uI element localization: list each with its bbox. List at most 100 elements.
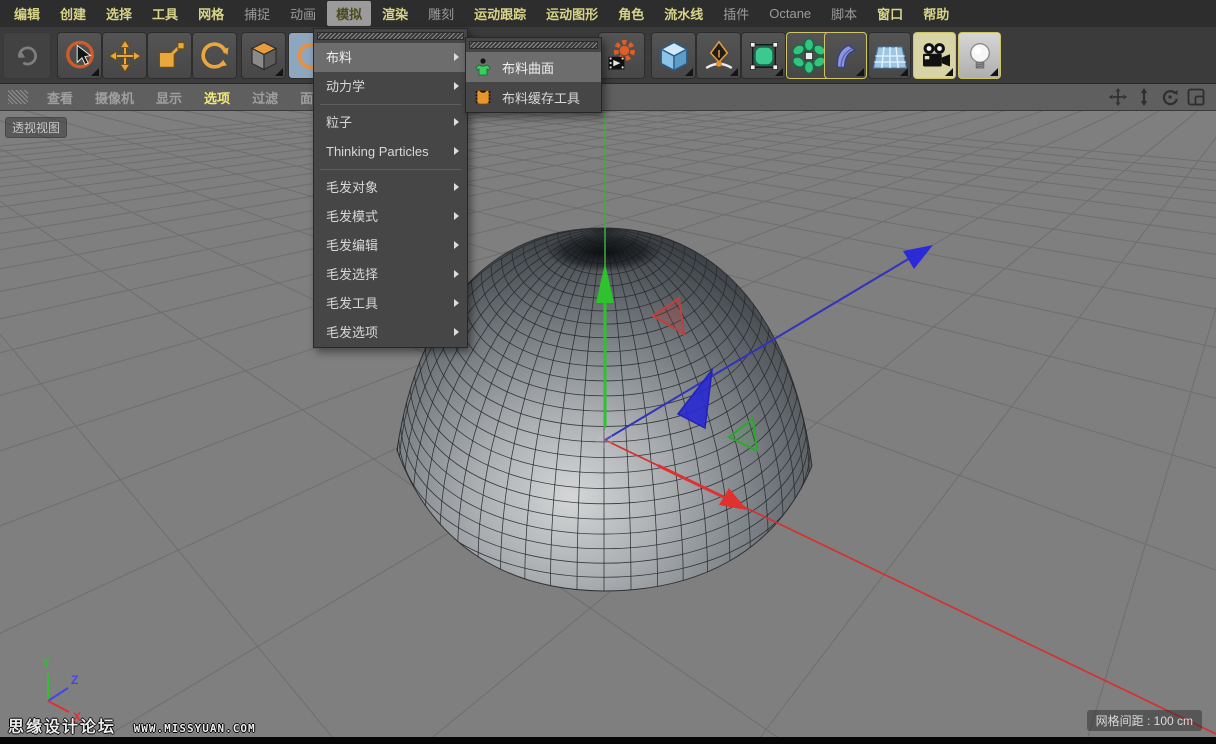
menu-item-label: 毛发模式	[326, 209, 378, 224]
menu-item-label: 毛发选项	[326, 325, 378, 340]
menubar-item-create[interactable]: 创建	[51, 1, 95, 26]
rotate-view-icon[interactable]	[1160, 87, 1180, 107]
viewport-hatch-icon[interactable]	[8, 90, 28, 104]
triad-y-label: Y	[42, 656, 50, 670]
viewport-menu-filter[interactable]: 过滤	[241, 88, 289, 107]
submenu-arrow-icon	[454, 328, 459, 336]
menu-item-dynamics[interactable]: 动力学	[314, 72, 467, 101]
submenu-arrow-icon	[454, 82, 459, 90]
menubar-item-window[interactable]: 窗口	[868, 1, 912, 26]
submenu-arrow-icon	[454, 118, 459, 126]
menubar-item-mograph[interactable]: 运动图形	[537, 1, 607, 26]
view-label: 透视视图	[5, 117, 67, 138]
viewport-menu-display[interactable]: 显示	[145, 88, 193, 107]
triad-x-label: X	[73, 710, 81, 724]
cloth-submenu: 布料曲面布料缓存工具	[465, 37, 602, 113]
menu-item-label: 毛发选择	[326, 267, 378, 282]
menubar-item-edit[interactable]: 编辑	[5, 1, 49, 26]
menu-item-hair-selection[interactable]: 毛发选择	[314, 260, 467, 289]
render-settings-button[interactable]	[598, 32, 645, 79]
menubar-item-plugins[interactable]: 插件	[714, 1, 758, 26]
main-menubar: 编辑创建选择工具网格捕捉动画模拟渲染雕刻运动跟踪运动图形角色流水线插件Octan…	[0, 0, 1216, 27]
undo-icon	[12, 41, 42, 71]
rotate-icon	[198, 39, 232, 73]
menu-tearoff-handle[interactable]	[317, 32, 464, 40]
live-selection-button[interactable]	[57, 32, 102, 79]
menu-item-label: 动力学	[326, 79, 365, 94]
perspective-viewport[interactable]: 透视视图 网格间距 : 100 cm 思缘设计论坛 WWW.MISSYUAN.C…	[0, 111, 1216, 737]
menu-separator	[320, 169, 461, 170]
pan-view-icon[interactable]	[1108, 87, 1128, 107]
zoom-view-icon[interactable]	[1134, 87, 1154, 107]
menu-item-hair-edit[interactable]: 毛发编辑	[314, 231, 467, 260]
move-icon	[108, 39, 142, 73]
menu-item-hair-mode[interactable]: 毛发模式	[314, 202, 467, 231]
menu-item-label: 毛发工具	[326, 296, 378, 311]
menubar-item-help[interactable]: 帮助	[914, 1, 958, 26]
viewport-menu-cameras[interactable]: 摄像机	[84, 88, 145, 107]
menubar-item-tools[interactable]: 工具	[143, 1, 187, 26]
menubar-item-script[interactable]: 脚本	[822, 1, 866, 26]
menu-item-particles[interactable]: 粒子	[314, 108, 467, 137]
move-tool-button[interactable]	[102, 32, 147, 79]
menu-item-hair-options[interactable]: 毛发选项	[314, 318, 467, 347]
rotate-tool-button[interactable]	[192, 32, 237, 79]
menu-item-label: Thinking Particles	[326, 144, 429, 159]
cinema4d-window: 编辑创建选择工具网格捕捉动画模拟渲染雕刻运动跟踪运动图形角色流水线插件Octan…	[0, 0, 1216, 744]
menubar-item-animate[interactable]: 动画	[281, 1, 325, 26]
submenu-arrow-icon	[454, 270, 459, 278]
submenu-tearoff-handle[interactable]	[469, 41, 598, 49]
deformer-button[interactable]	[824, 32, 867, 79]
menubar-item-pipeline[interactable]: 流水线	[655, 1, 712, 26]
menubar-item-select[interactable]: 选择	[97, 1, 141, 26]
menubar-item-motion-tracker[interactable]: 运动跟踪	[465, 1, 535, 26]
submenu-arrow-icon	[454, 212, 459, 220]
scene-canvas	[0, 111, 1216, 737]
add-primitive-button[interactable]	[651, 32, 696, 79]
menu-item-label: 毛发对象	[326, 180, 378, 195]
menubar-item-snap[interactable]: 捕捉	[235, 1, 279, 26]
menu-item-label: 毛发编辑	[326, 238, 378, 253]
menu-item-thinking-particles[interactable]: Thinking Particles	[314, 137, 467, 166]
subdivision-surface-button[interactable]	[741, 32, 786, 79]
submenu-item-cloth-surface[interactable]: 布料曲面	[466, 52, 601, 82]
scale-tool-button[interactable]	[147, 32, 192, 79]
viewport-menu-options[interactable]: 选项	[193, 88, 241, 107]
spline-pen-button[interactable]	[696, 32, 741, 79]
menubar-item-mesh[interactable]: 网格	[189, 1, 233, 26]
watermark-url: WWW.MISSYUAN.COM	[134, 722, 256, 735]
submenu-arrow-icon	[454, 147, 459, 155]
maximize-view-icon[interactable]	[1186, 87, 1206, 107]
submenu-item-label: 布料缓存工具	[502, 88, 580, 107]
submenu-arrow-icon	[454, 299, 459, 307]
camera-button[interactable]	[913, 32, 956, 79]
menubar-item-render[interactable]: 渲染	[373, 1, 417, 26]
submenu-arrow-icon	[454, 53, 459, 61]
menu-item-label: 布料	[326, 50, 352, 65]
coordinate-cube-button[interactable]	[241, 32, 286, 79]
menubar-item-octane[interactable]: Octane	[760, 3, 820, 24]
floor-button[interactable]	[868, 32, 911, 79]
cloth-surface-icon	[472, 56, 494, 78]
light-button[interactable]	[958, 32, 1001, 79]
menubar-item-simulate[interactable]: 模拟	[327, 1, 371, 26]
bottom-bar	[0, 737, 1216, 744]
viewport-menubar: 查看摄像机显示选项过滤面板	[0, 84, 1216, 111]
axis-triad: Y Z X	[28, 651, 92, 729]
submenu-arrow-icon	[454, 183, 459, 191]
mograph-cloner-icon	[791, 38, 827, 74]
submenu-item-cloth-cache-tool[interactable]: 布料缓存工具	[466, 82, 601, 112]
main-toolbar	[0, 27, 1216, 84]
grid-spacing-label: 网格间距 : 100 cm	[1087, 710, 1202, 731]
submenu-item-label: 布料曲面	[502, 58, 554, 77]
viewport-menu-view[interactable]: 查看	[36, 88, 84, 107]
menu-item-hair-tools[interactable]: 毛发工具	[314, 289, 467, 318]
menubar-item-character[interactable]: 角色	[609, 1, 653, 26]
menu-item-label: 粒子	[326, 115, 352, 130]
undo-button[interactable]	[3, 32, 51, 79]
menu-item-cloth[interactable]: 布料	[314, 43, 467, 72]
viewport-menu-items: 查看摄像机显示选项过滤面板	[36, 88, 337, 107]
viewport-controls	[1108, 87, 1216, 107]
menu-item-hair-objects[interactable]: 毛发对象	[314, 173, 467, 202]
menubar-item-sculpt[interactable]: 雕刻	[419, 1, 463, 26]
